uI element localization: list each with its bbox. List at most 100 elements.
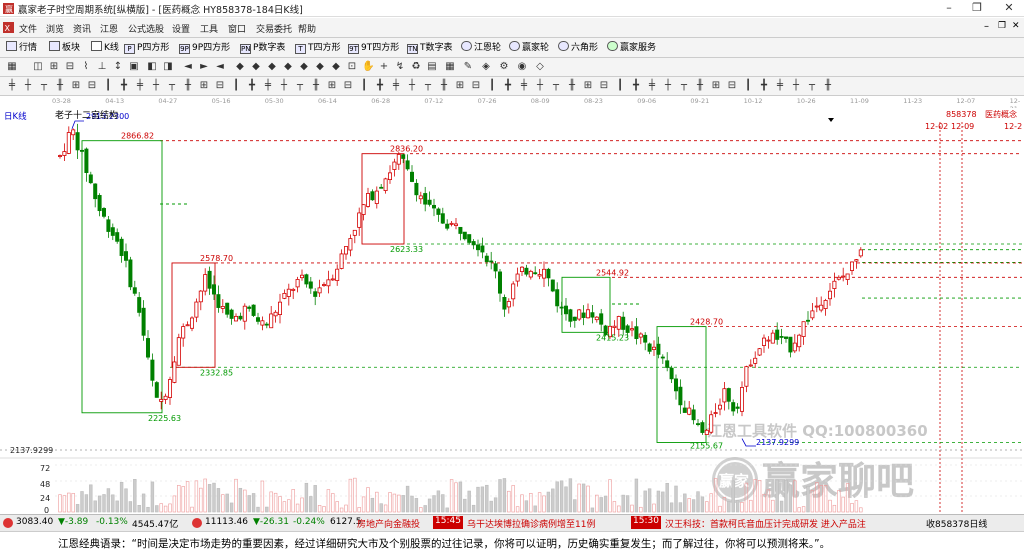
toolbar3-tool-41-icon[interactable]: ╪ — [646, 80, 658, 92]
toolbar2-tool-2-icon[interactable]: ◫ — [32, 61, 44, 73]
toolbar3-tool-20-icon[interactable]: ╫ — [310, 80, 322, 92]
toolbar-t-square-button[interactable]: T T四方形 — [295, 41, 341, 55]
toolbar3-tool-29-icon[interactable]: ⊞ — [454, 80, 466, 92]
toolbar-t-table-button[interactable]: TN T数字表 — [407, 41, 453, 55]
toolbar3-tool-22-icon[interactable]: ⊟ — [342, 80, 354, 92]
toolbar3-tool-33-icon[interactable]: ╪ — [518, 80, 530, 92]
mdi-restore-icon[interactable]: ❐ — [998, 21, 1006, 31]
toolbar2-tool-7-icon[interactable]: ↕ — [112, 61, 124, 73]
toolbar2-tool-11-icon[interactable]: ◄ — [182, 61, 194, 73]
toolbar2-tool-1-icon[interactable]: ▦ — [6, 61, 18, 73]
toolbar2-tool-6-icon[interactable]: ⊥ — [96, 61, 108, 73]
kline-chart[interactable]: 江恩工具软件 QQ:100800360 赢家 赢家聊吧 2913.2300286… — [0, 108, 1024, 515]
toolbar3-tool-44-icon[interactable]: ╫ — [694, 80, 706, 92]
toolbar3-tool-12-icon[interactable]: ╫ — [182, 80, 194, 92]
toolbar-9t-square-button[interactable]: 9T 9T四方形 — [348, 41, 399, 55]
toolbar3-tool-13-icon[interactable]: ⊞ — [198, 80, 210, 92]
toolbar2-tool-18-icon[interactable]: ◆ — [298, 61, 310, 73]
toolbar-service-button[interactable]: 赢家服务 — [607, 41, 656, 55]
toolbar2-tool-15-icon[interactable]: ◆ — [250, 61, 262, 73]
menu-browse[interactable]: 浏览 — [46, 22, 64, 35]
toolbar2-tool-21-icon[interactable]: ⊡ — [346, 61, 358, 73]
toolbar3-tool-3-icon[interactable]: ┬ — [38, 80, 50, 92]
news-item-3[interactable]: 汉王科技：首款柯氏音血压计完成研发 进入产品注 — [665, 517, 866, 530]
menu-file[interactable]: 文件 — [19, 22, 37, 35]
toolbar2-tool-24-icon[interactable]: ↯ — [394, 61, 406, 73]
toolbar2-tool-28-icon[interactable]: ✎ — [462, 61, 474, 73]
toolbar-hexagon-button[interactable]: 六角形 — [558, 41, 598, 55]
toolbar-quotes-button[interactable]: 行情 — [6, 41, 37, 55]
menu-help[interactable]: 帮助 — [298, 22, 316, 35]
toolbar2-tool-31-icon[interactable]: ◉ — [516, 61, 528, 73]
toolbar2-tool-3-icon[interactable]: ⊞ — [48, 61, 60, 73]
toolbar3-tool-15-icon[interactable]: ┃ — [230, 80, 242, 92]
toolbar3-tool-43-icon[interactable]: ┬ — [678, 80, 690, 92]
toolbar-kline-button[interactable]: K线 — [91, 41, 119, 55]
news-item-1[interactable]: 房地产向金融投 — [357, 517, 420, 530]
maximize-button[interactable]: ❐ — [962, 0, 992, 17]
toolbar3-tool-11-icon[interactable]: ┬ — [166, 80, 178, 92]
toolbar3-tool-1-icon[interactable]: ╪ — [6, 80, 18, 92]
toolbar2-tool-26-icon[interactable]: ▤ — [426, 61, 438, 73]
toolbar-gann-wheel-button[interactable]: 江恩轮 — [461, 41, 501, 55]
toolbar3-tool-24-icon[interactable]: ╋ — [374, 80, 386, 92]
toolbar2-tool-10-icon[interactable]: ◨ — [162, 61, 174, 73]
toolbar2-tool-8-icon[interactable]: ▣ — [128, 61, 140, 73]
toolbar2-tool-17-icon[interactable]: ◆ — [282, 61, 294, 73]
dropdown-arrow-icon[interactable] — [828, 118, 834, 122]
menu-formula[interactable]: 公式选股 — [128, 22, 164, 35]
close-button[interactable]: ✕ — [994, 0, 1024, 17]
toolbar3-tool-45-icon[interactable]: ⊞ — [710, 80, 722, 92]
toolbar2-tool-16-icon[interactable]: ◆ — [266, 61, 278, 73]
toolbar3-tool-23-icon[interactable]: ┃ — [358, 80, 370, 92]
toolbar2-tool-19-icon[interactable]: ◆ — [314, 61, 326, 73]
minimize-button[interactable]: – — [934, 0, 964, 17]
toolbar3-tool-6-icon[interactable]: ⊟ — [86, 80, 98, 92]
toolbar2-tool-12-icon[interactable]: ► — [198, 61, 210, 73]
toolbar3-tool-26-icon[interactable]: ┼ — [406, 80, 418, 92]
toolbar3-tool-19-icon[interactable]: ┬ — [294, 80, 306, 92]
toolbar2-tool-23-icon[interactable]: + — [378, 61, 390, 73]
menu-news[interactable]: 资讯 — [73, 22, 91, 35]
toolbar3-tool-48-icon[interactable]: ╋ — [758, 80, 770, 92]
toolbar3-tool-17-icon[interactable]: ╪ — [262, 80, 274, 92]
menu-tools[interactable]: 工具 — [200, 22, 218, 35]
toolbar2-tool-13-icon[interactable]: ◄ — [214, 61, 226, 73]
toolbar3-tool-32-icon[interactable]: ╋ — [502, 80, 514, 92]
toolbar2-tool-20-icon[interactable]: ◆ — [330, 61, 342, 73]
toolbar3-tool-10-icon[interactable]: ┼ — [150, 80, 162, 92]
toolbar3-tool-25-icon[interactable]: ╪ — [390, 80, 402, 92]
toolbar3-tool-36-icon[interactable]: ╫ — [566, 80, 578, 92]
toolbar3-tool-7-icon[interactable]: ┃ — [102, 80, 114, 92]
toolbar3-tool-50-icon[interactable]: ┼ — [790, 80, 802, 92]
toolbar-p-table-button[interactable]: PN P数字表 — [240, 41, 285, 55]
toolbar3-tool-14-icon[interactable]: ⊟ — [214, 80, 226, 92]
toolbar3-tool-2-icon[interactable]: ┼ — [22, 80, 34, 92]
toolbar2-tool-9-icon[interactable]: ◧ — [146, 61, 158, 73]
toolbar3-tool-18-icon[interactable]: ┼ — [278, 80, 290, 92]
toolbar-9p-square-button[interactable]: 9P 9P四方形 — [179, 41, 230, 55]
toolbar3-tool-8-icon[interactable]: ╋ — [118, 80, 130, 92]
toolbar3-tool-21-icon[interactable]: ⊞ — [326, 80, 338, 92]
toolbar3-tool-42-icon[interactable]: ┼ — [662, 80, 674, 92]
toolbar3-tool-27-icon[interactable]: ┬ — [422, 80, 434, 92]
menu-trade[interactable]: 交易委托 — [256, 22, 292, 35]
toolbar2-tool-25-icon[interactable]: ♻ — [410, 61, 422, 73]
toolbar-sectors-button[interactable]: 板块 — [49, 41, 80, 55]
toolbar2-tool-27-icon[interactable]: ▦ — [444, 61, 456, 73]
toolbar-winner-wheel-button[interactable]: 赢家轮 — [509, 41, 549, 55]
news-item-2[interactable]: 乌干达埃博拉确诊病例增至11例 — [467, 517, 595, 530]
toolbar3-tool-35-icon[interactable]: ┬ — [550, 80, 562, 92]
mdi-close-icon[interactable]: ✕ — [1012, 21, 1020, 31]
toolbar3-tool-30-icon[interactable]: ⊟ — [470, 80, 482, 92]
toolbar3-tool-34-icon[interactable]: ┼ — [534, 80, 546, 92]
toolbar2-tool-4-icon[interactable]: ⊟ — [64, 61, 76, 73]
toolbar3-tool-28-icon[interactable]: ╫ — [438, 80, 450, 92]
toolbar2-tool-29-icon[interactable]: ◈ — [480, 61, 492, 73]
toolbar3-tool-49-icon[interactable]: ╪ — [774, 80, 786, 92]
toolbar2-tool-14-icon[interactable]: ◆ — [234, 61, 246, 73]
toolbar3-tool-16-icon[interactable]: ╋ — [246, 80, 258, 92]
toolbar2-tool-30-icon[interactable]: ⚙ — [498, 61, 510, 73]
toolbar3-tool-52-icon[interactable]: ╫ — [822, 80, 834, 92]
mdi-minimize-icon[interactable]: – — [984, 21, 989, 32]
